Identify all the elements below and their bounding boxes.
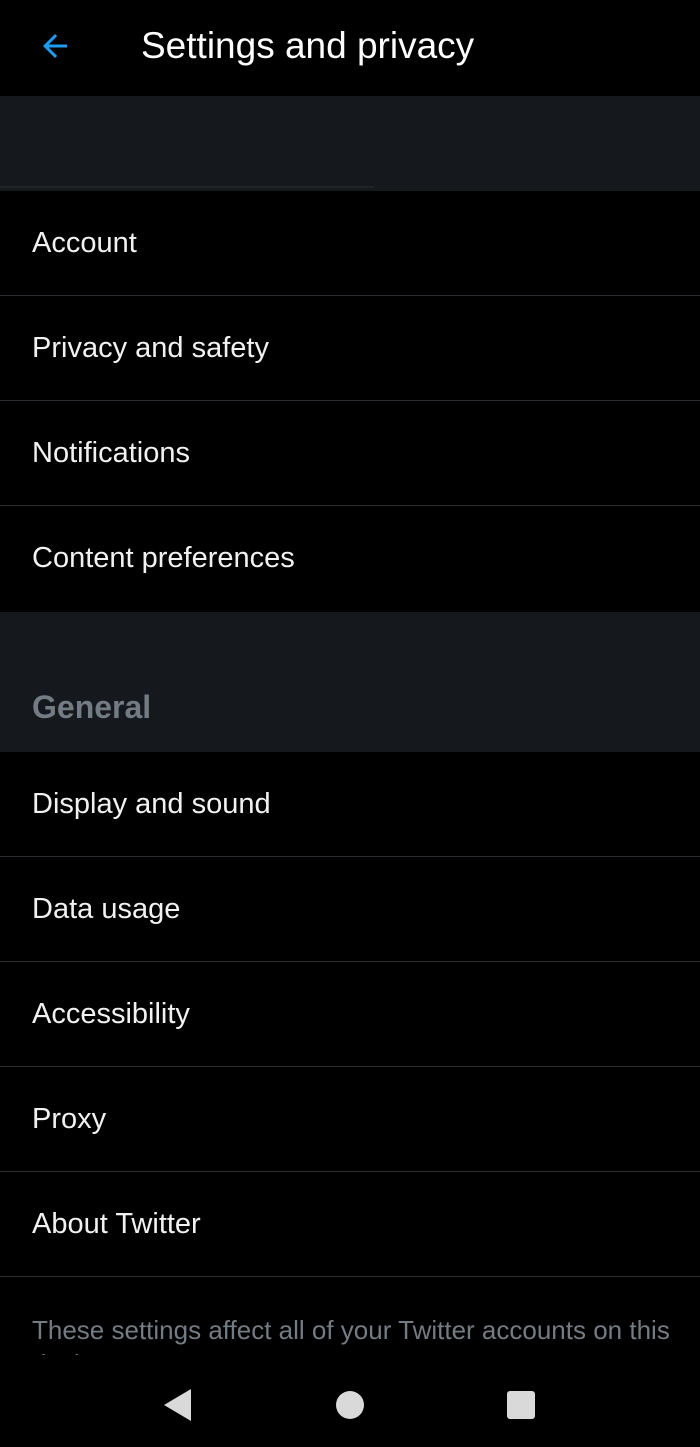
triangle-back-icon (164, 1389, 191, 1421)
arrow-left-icon (43, 34, 67, 58)
menu-item-label: Proxy (32, 1103, 107, 1135)
footer-note-text: These settings affect all of your Twitte… (32, 1315, 670, 1355)
menu-item-label: Notifications (32, 437, 190, 469)
menu-item-accessibility[interactable]: Accessibility (0, 962, 700, 1067)
square-recents-icon (507, 1391, 535, 1419)
nav-recents-button[interactable] (493, 1377, 549, 1433)
nav-home-button[interactable] (322, 1377, 378, 1433)
account-banner[interactable] (0, 96, 700, 266)
menu-item-label: Data usage (32, 893, 181, 925)
page-title: Settings and privacy (141, 25, 475, 66)
settings-footer-note: These settings affect all of your Twitte… (0, 1277, 700, 1355)
section-header-general: General (0, 612, 700, 752)
settings-screen: Settings and privacy Account Privacy and… (0, 0, 700, 1447)
section-title: General (32, 689, 152, 725)
menu-item-privacy-and-safety[interactable]: Privacy and safety (0, 296, 700, 401)
menu-item-display-and-sound[interactable]: Display and sound (0, 752, 700, 857)
top-app-bar: Settings and privacy (0, 0, 700, 96)
menu-item-about-twitter[interactable]: About Twitter (0, 1172, 700, 1277)
menu-item-data-usage[interactable]: Data usage (0, 857, 700, 962)
back-button[interactable] (24, 18, 86, 74)
menu-item-content-preferences[interactable]: Content preferences (0, 506, 700, 612)
menu-item-account[interactable]: Account (0, 191, 700, 296)
menu-item-label: Accessibility (32, 998, 190, 1030)
menu-item-proxy[interactable]: Proxy (0, 1067, 700, 1172)
menu-item-label: About Twitter (32, 1208, 201, 1240)
menu-item-label: Content preferences (32, 542, 295, 574)
menu-item-notifications[interactable]: Notifications (0, 401, 700, 506)
menu-item-label: Privacy and safety (32, 332, 269, 364)
menu-item-label: Account (32, 227, 137, 259)
banner-divider (0, 186, 374, 188)
nav-back-button[interactable] (150, 1377, 206, 1433)
circle-home-icon (336, 1391, 364, 1419)
system-navigation-bar (0, 1355, 700, 1447)
menu-item-label: Display and sound (32, 788, 271, 820)
